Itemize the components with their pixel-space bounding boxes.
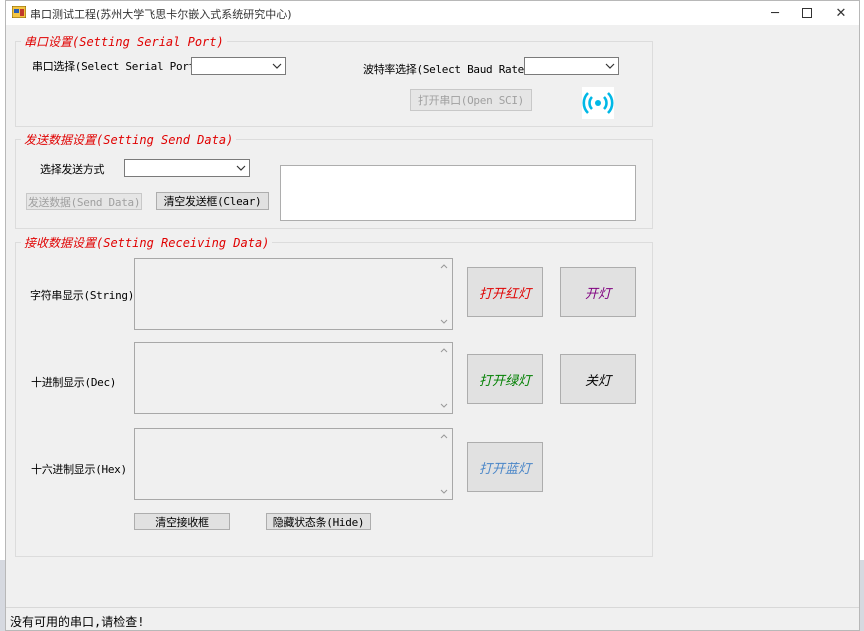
- scroll-up-icon[interactable]: [440, 433, 448, 439]
- scroll-down-icon[interactable]: [440, 403, 448, 409]
- open-sci-button[interactable]: 打开串口(Open SCI): [410, 89, 532, 111]
- string-display-label: 字符串显示(String): [30, 289, 135, 302]
- baud-rate-select[interactable]: [524, 57, 619, 75]
- light-on-button[interactable]: 开灯: [560, 267, 636, 317]
- send-data-legend: 发送数据设置(Setting Send Data): [21, 131, 237, 148]
- light-off-button[interactable]: 关灯: [560, 354, 636, 404]
- minimize-icon: ─: [771, 5, 779, 21]
- send-mode-label: 选择发送方式: [40, 163, 105, 176]
- chevron-down-icon: [236, 165, 246, 171]
- close-button[interactable]: ✕: [824, 1, 858, 25]
- chevron-down-icon: [605, 63, 615, 69]
- dec-display-box[interactable]: [134, 342, 453, 414]
- dec-display-label: 十进制显示(Dec): [31, 376, 117, 389]
- string-scrollbar[interactable]: [437, 260, 451, 328]
- window-title: 串口测试工程(苏州大学飞思卡尔嵌入式系统研究中心): [30, 8, 292, 21]
- send-data-button[interactable]: 发送数据(Send Data): [26, 193, 142, 210]
- status-message: 没有可用的串口,请检查!: [10, 615, 145, 629]
- hide-status-button[interactable]: 隐藏状态条(Hide): [266, 513, 371, 530]
- title-bar[interactable]: 串口测试工程(苏州大学飞思卡尔嵌入式系统研究中心) ─ ✕: [6, 1, 859, 25]
- scroll-down-icon[interactable]: [440, 319, 448, 325]
- blue-light-button[interactable]: 打开蓝灯: [467, 442, 543, 492]
- hex-display-label: 十六进制显示(Hex): [31, 463, 127, 476]
- hex-display-box[interactable]: [134, 428, 453, 500]
- baud-rate-label: 波特率选择(Select Baud Rate): [363, 63, 531, 76]
- app-window-icon: [12, 6, 26, 18]
- red-light-button[interactable]: 打开红灯: [467, 267, 543, 317]
- serial-port-group: [15, 41, 653, 127]
- maximize-icon: [802, 8, 812, 18]
- scroll-up-icon[interactable]: [440, 347, 448, 353]
- signal-broadcast-icon: [582, 87, 614, 119]
- scroll-up-icon[interactable]: [440, 263, 448, 269]
- chevron-down-icon: [272, 63, 282, 69]
- send-text-box[interactable]: [280, 165, 636, 221]
- send-mode-select[interactable]: [124, 159, 250, 177]
- clear-send-button[interactable]: 清空发送框(Clear): [156, 192, 269, 210]
- hex-scrollbar[interactable]: [437, 430, 451, 498]
- dec-scrollbar[interactable]: [437, 344, 451, 412]
- serial-port-legend: 串口设置(Setting Serial Port): [21, 33, 227, 50]
- desktop-fragment-right: [860, 560, 864, 631]
- clear-receive-button[interactable]: 清空接收框: [134, 513, 230, 530]
- status-bar: 没有可用的串口,请检查!: [6, 607, 859, 630]
- port-select[interactable]: [191, 57, 286, 75]
- maximize-button[interactable]: [790, 1, 824, 25]
- app-window: 串口测试工程(苏州大学飞思卡尔嵌入式系统研究中心) ─ ✕ 串口设置(Setti…: [5, 0, 860, 631]
- green-light-button[interactable]: 打开绿灯: [467, 354, 543, 404]
- scroll-down-icon[interactable]: [440, 489, 448, 495]
- minimize-button[interactable]: ─: [758, 1, 792, 25]
- string-display-box[interactable]: [134, 258, 453, 330]
- close-icon: ✕: [835, 5, 847, 21]
- receive-data-legend: 接收数据设置(Setting Receiving Data): [21, 234, 273, 251]
- port-select-label: 串口选择(Select Serial Port): [32, 60, 202, 73]
